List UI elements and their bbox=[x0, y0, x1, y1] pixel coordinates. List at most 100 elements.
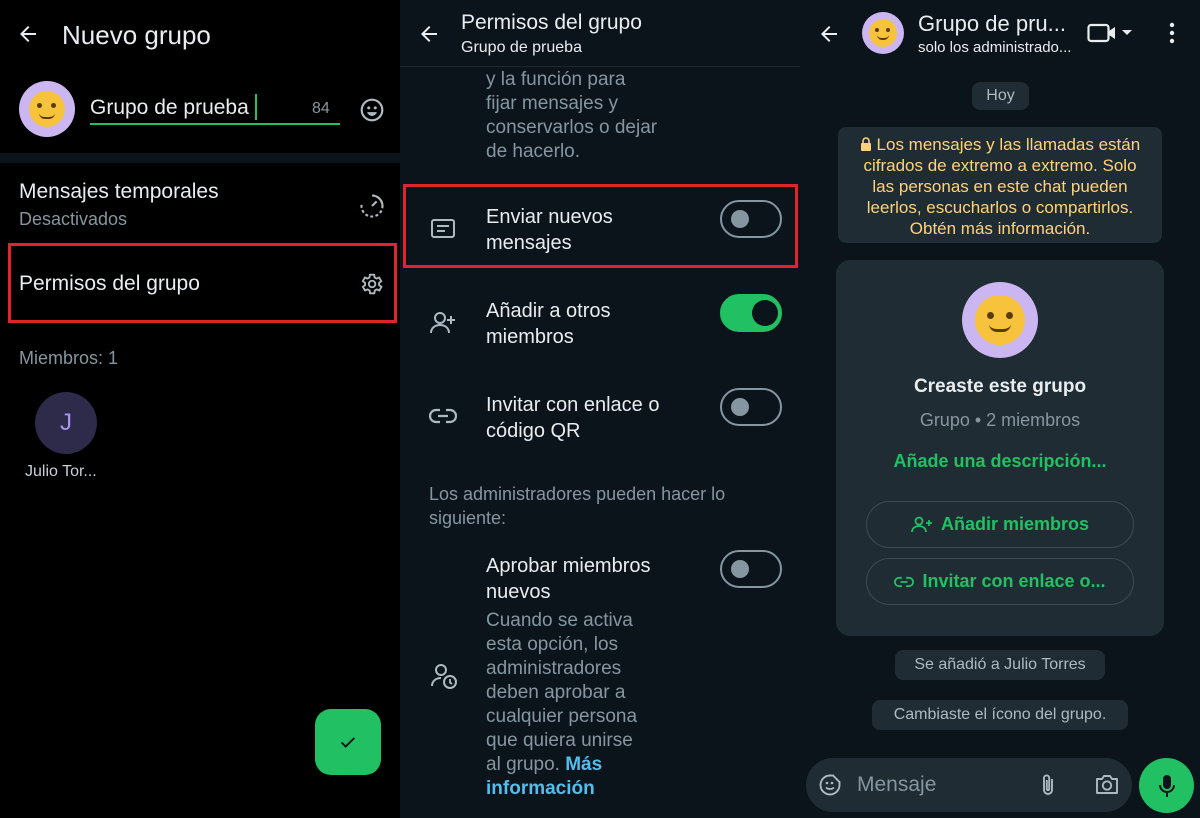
melting-face-emoji-icon bbox=[29, 91, 65, 127]
member-initial: J bbox=[60, 409, 72, 436]
temp-messages-row[interactable]: Mensajes temporales Desactivados bbox=[0, 170, 400, 236]
card-group-avatar[interactable] bbox=[962, 282, 1038, 358]
emoji-picker-icon[interactable] bbox=[359, 97, 385, 123]
chat-header: Grupo de pru... solo los administrado... bbox=[800, 0, 1200, 66]
encryption-line: Obtén más información. bbox=[909, 219, 1091, 238]
group-avatar[interactable] bbox=[862, 12, 904, 54]
person-clock-icon bbox=[430, 662, 458, 690]
add-description-link[interactable]: Añade una descripción... bbox=[836, 451, 1164, 472]
melting-face-emoji-icon bbox=[869, 19, 897, 47]
text-cursor bbox=[255, 94, 257, 120]
admins-label-line: Los administradores pueden hacer lo bbox=[429, 484, 726, 504]
back-arrow-icon[interactable] bbox=[817, 22, 841, 46]
chat-panel: Grupo de pru... solo los administrado...… bbox=[800, 0, 1200, 818]
more-info-link[interactable]: información bbox=[486, 777, 637, 801]
add-members-button[interactable]: Añadir miembros bbox=[866, 501, 1134, 548]
encryption-notice[interactable]: Los mensajes y las llamadas están cifrad… bbox=[838, 127, 1162, 243]
timer-icon bbox=[358, 192, 386, 220]
member-item[interactable]: J Julio Tor... bbox=[20, 392, 115, 487]
pin-description: y la función para fijar mensajes y conse… bbox=[486, 68, 657, 164]
card-subtitle: Grupo • 2 miembros bbox=[919, 410, 1081, 430]
more-info-link[interactable]: Más bbox=[565, 754, 602, 775]
invite-link-setting[interactable]: Invitar con enlace o código QR bbox=[400, 378, 800, 458]
page-title: Nuevo grupo bbox=[62, 20, 211, 50]
add-members-toggle[interactable] bbox=[720, 294, 782, 332]
camera-icon[interactable] bbox=[1094, 773, 1120, 795]
link-icon bbox=[894, 575, 915, 589]
new-group-panel: Nuevo grupo Grupo de prueba 84 Mensajes … bbox=[0, 0, 400, 818]
approve-members-toggle[interactable] bbox=[720, 550, 782, 588]
pin-description-line: de hacerlo. bbox=[486, 141, 581, 162]
confirm-button[interactable] bbox=[315, 709, 381, 775]
attach-icon[interactable] bbox=[1040, 772, 1056, 798]
chat-title[interactable]: Grupo de pru... bbox=[918, 11, 1066, 37]
pin-description-line: conservarlos o dejar bbox=[486, 117, 658, 138]
message-input[interactable]: Mensaje bbox=[857, 773, 936, 797]
header-divider bbox=[400, 66, 800, 67]
add-members-setting[interactable]: Añadir a otros miembros bbox=[400, 284, 800, 364]
microphone-icon bbox=[1158, 774, 1176, 798]
members-label: Miembros: 1 bbox=[19, 348, 119, 368]
member-name: Julio Tor... bbox=[25, 463, 97, 480]
date-chip-label: Hoy bbox=[986, 87, 1015, 104]
lock-icon bbox=[860, 137, 872, 152]
encryption-line: las personas en este chat pueden bbox=[872, 177, 1128, 196]
card-title: Creaste este grupo bbox=[913, 376, 1087, 397]
more-options-icon[interactable] bbox=[1168, 22, 1176, 44]
message-composer[interactable]: Mensaje bbox=[806, 758, 1132, 812]
group-permissions-panel: Permisos del grupo Grupo de prueba y la … bbox=[400, 0, 800, 818]
approve-members-label-line: nuevos bbox=[486, 581, 551, 603]
admins-label: Los administradores pueden hacer lo sigu… bbox=[429, 482, 725, 530]
approve-desc-line: deben aprobar a bbox=[486, 682, 626, 703]
approve-desc-line: cualquier persona bbox=[486, 706, 638, 727]
invite-link-label-line: código QR bbox=[486, 420, 581, 442]
encryption-line-text: Los mensajes y las llamadas están bbox=[876, 135, 1141, 154]
approve-desc-line: esta opción, los bbox=[486, 634, 619, 655]
encryption-line: cifrados de extremo a extremo. Solo bbox=[863, 156, 1137, 175]
group-avatar[interactable] bbox=[19, 81, 75, 137]
system-message-text: Cambiaste el ícono del grupo. bbox=[893, 706, 1107, 723]
approve-members-setting[interactable]: Aprobar miembros nuevos Cuando se activa… bbox=[400, 548, 800, 808]
add-members-label-line: Añadir a otros bbox=[486, 300, 611, 322]
encryption-line: Los mensajes y las llamadas están bbox=[838, 134, 1162, 155]
back-arrow-icon[interactable] bbox=[417, 22, 441, 46]
approve-desc-line: administradores bbox=[486, 658, 622, 679]
temp-messages-title: Mensajes temporales bbox=[19, 180, 219, 203]
temp-messages-status: Desactivados bbox=[19, 209, 128, 229]
section-divider bbox=[0, 153, 400, 163]
highlight-box bbox=[8, 243, 397, 323]
melting-face-emoji-icon bbox=[975, 295, 1025, 345]
video-call-icon[interactable] bbox=[1087, 22, 1133, 44]
add-members-label-line: miembros bbox=[486, 326, 574, 348]
add-members-label: Añadir a otros miembros bbox=[486, 298, 611, 350]
date-chip: Hoy bbox=[972, 82, 1029, 110]
input-underline bbox=[90, 123, 340, 125]
approve-desc-line: que quiera unirse bbox=[486, 730, 633, 751]
approve-desc-line: al grupo. bbox=[486, 754, 560, 775]
pin-description-line: y la función para bbox=[486, 69, 626, 90]
add-person-icon bbox=[911, 516, 933, 534]
add-members-button-label: Añadir miembros bbox=[940, 514, 1090, 534]
back-arrow-icon[interactable] bbox=[16, 22, 40, 46]
system-message: Se añadió a Julio Torres bbox=[895, 650, 1105, 680]
system-message: Cambiaste el ícono del grupo. bbox=[872, 700, 1128, 730]
invite-link-button[interactable]: Invitar con enlace o... bbox=[866, 558, 1134, 605]
pin-description-line: fijar mensajes y bbox=[486, 93, 618, 114]
highlight-box bbox=[403, 184, 798, 268]
invite-link-label: Invitar con enlace o código QR bbox=[486, 392, 659, 444]
approve-desc-last-line: al grupo. Más bbox=[486, 753, 637, 777]
encryption-line: leerlos, escucharlos o compartirlos. bbox=[866, 198, 1134, 217]
member-avatar: J bbox=[35, 392, 97, 454]
sticker-icon[interactable] bbox=[818, 773, 842, 797]
invite-link-label-line: Invitar con enlace o bbox=[486, 394, 660, 416]
header-subtitle: Grupo de prueba bbox=[461, 39, 582, 56]
group-name-input[interactable]: Grupo de prueba bbox=[90, 96, 249, 120]
group-created-card: Creaste este grupo Grupo • 2 miembros Añ… bbox=[836, 260, 1164, 636]
invite-link-toggle[interactable] bbox=[720, 388, 782, 426]
check-icon bbox=[337, 731, 359, 753]
approve-members-description: Cuando se activa esta opción, los admini… bbox=[486, 609, 637, 801]
chat-subtitle: solo los administrado... bbox=[918, 39, 1072, 56]
char-counter: 84 bbox=[312, 100, 330, 117]
approve-desc-line: Cuando se activa bbox=[486, 610, 633, 631]
voice-message-button[interactable] bbox=[1139, 758, 1194, 813]
